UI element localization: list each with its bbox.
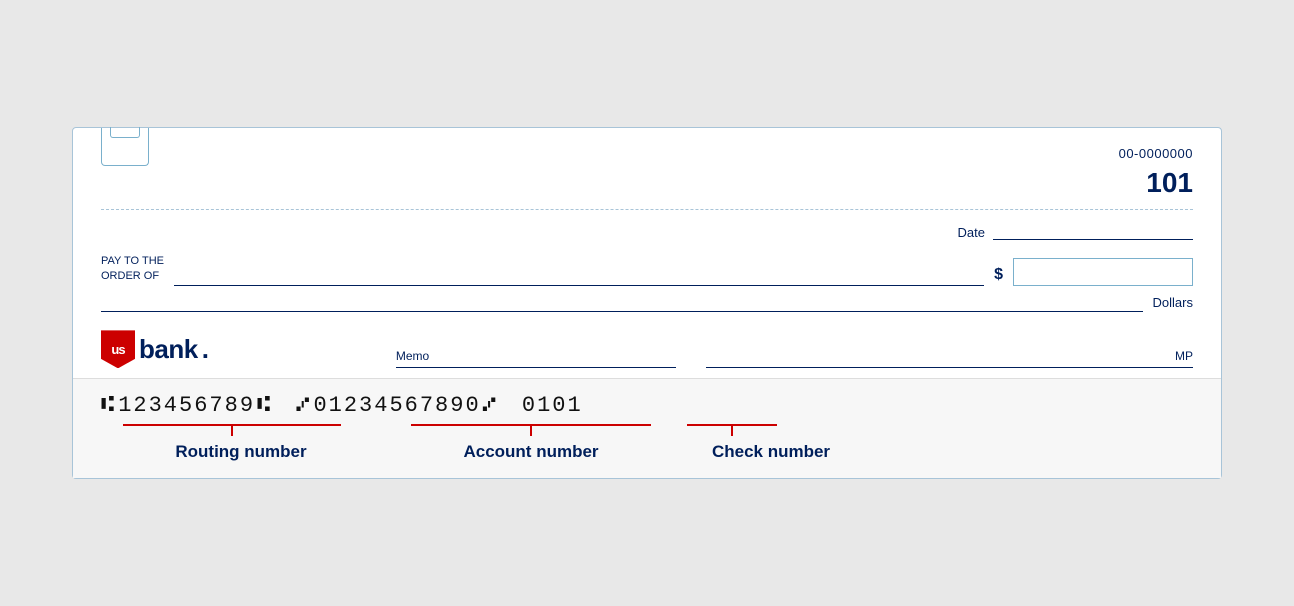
date-label: Date [958, 225, 985, 240]
date-row: Date [101, 222, 1193, 240]
check-number-label: Check number [681, 442, 861, 462]
bank-name: bank [139, 334, 198, 365]
dollars-row: Dollars [101, 292, 1193, 312]
checknum-indicator [687, 424, 777, 436]
micr-account-close: ⑇ [483, 393, 498, 418]
micr-account-open: ⑇ [296, 393, 311, 418]
stub-icon [101, 128, 149, 166]
date-line [993, 222, 1193, 240]
micr-routing-close: ⑆ [257, 393, 272, 418]
us-shield: us [101, 330, 135, 368]
dollars-line [101, 292, 1143, 312]
account-red-stem [530, 426, 532, 436]
usbank-logo: us bank. [101, 330, 209, 368]
micr-routing-open: ⑆ [101, 393, 116, 418]
pay-row: PAY TO THE ORDER OF $ [101, 254, 1193, 287]
payee-line [174, 266, 984, 286]
check-number-top: 101 [1146, 167, 1193, 199]
routing-fraction: 00-0000000 [1119, 146, 1193, 161]
dollars-label: Dollars [1153, 295, 1193, 312]
dollar-sign: $ [994, 266, 1003, 286]
micr-account-number: 01234567890 [313, 393, 480, 418]
check-image: 00-0000000 101 Date PAY TO THE ORDER OF … [72, 127, 1222, 480]
routing-red-stem [231, 426, 233, 436]
amount-box [1013, 258, 1193, 286]
memo-label: Memo [396, 349, 429, 363]
bank-dot: . [202, 334, 209, 365]
check-top-right: 00-0000000 101 [1119, 146, 1193, 199]
checknum-red-stem [731, 426, 733, 436]
signature-line [706, 367, 1193, 368]
micr-routing-number: 123456789 [118, 393, 255, 418]
indicator-bars [123, 424, 1193, 436]
micr-numbers: ⑆ 123456789 ⑆ ⑇ 01234567890 ⑇ 0101 [101, 393, 1193, 424]
micr-check-number: 0101 [522, 393, 583, 418]
routing-indicator [123, 424, 341, 436]
mp-label: MP [1175, 349, 1193, 363]
memo-line [396, 367, 676, 368]
pay-to-label: PAY TO THE ORDER OF [101, 254, 164, 287]
routing-label: Routing number [101, 442, 381, 462]
check-top-strip: 00-0000000 101 [101, 146, 1193, 210]
micr-section: ⑆ 123456789 ⑆ ⑇ 01234567890 ⑇ 0101 [73, 378, 1221, 478]
account-indicator [411, 424, 651, 436]
labels-row: Routing number Account number Check numb… [101, 436, 1193, 478]
account-label: Account number [381, 442, 681, 462]
